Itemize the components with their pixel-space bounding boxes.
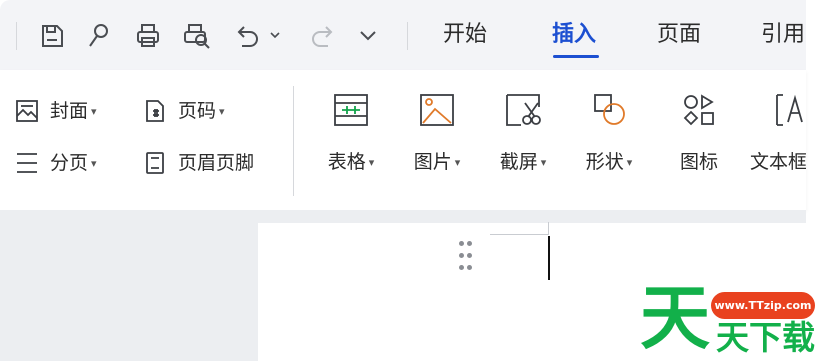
undo-icon[interactable] [234,24,262,50]
textbox-icon [774,92,806,128]
table-button[interactable]: 表格 ▾ [316,88,386,188]
dropdown-caret-icon: ▾ [626,156,633,169]
quick-access-bar: 开始 插入 页面 引用 [0,0,806,70]
header-footer-button[interactable]: 页眉页脚 [142,148,282,178]
picture-label: 图片 [413,151,452,173]
screenshot-label: 截屏 [499,151,538,173]
print-preview-icon[interactable] [182,22,212,50]
page-number-label: 页码 [178,100,217,122]
shape-label: 形状 [585,151,624,173]
undo-dropdown-icon[interactable] [270,30,280,40]
redo-icon[interactable] [310,24,338,50]
drag-handle-icon[interactable] [458,240,474,274]
page-number-button[interactable]: 页码 ▾ [142,96,252,126]
cover-icon [14,98,40,124]
margin-corner-mark [490,222,549,235]
screenshot-icon [504,92,542,128]
picture-button[interactable]: 图片 ▾ [402,88,472,188]
textbox-button[interactable]: 文本框 [750,88,806,188]
textbox-label: 文本框 [750,151,806,173]
print-icon[interactable] [134,22,162,50]
active-tab-indicator [553,55,599,58]
picture-icon [418,92,456,128]
customize-toolbar-icon[interactable] [358,28,378,44]
icon-library-icon [680,92,718,128]
shape-button[interactable]: 形状 ▾ [574,88,644,188]
page-break-button[interactable]: 分页 ▾ [14,148,124,178]
page-break-label: 分页 [50,152,89,174]
separator [407,22,408,50]
header-footer-label: 页眉页脚 [178,152,255,174]
dropdown-caret-icon: ▾ [91,105,97,118]
table-icon [332,92,370,128]
tab-home[interactable]: 开始 [443,20,487,50]
tab-insert[interactable]: 插入 [552,20,596,50]
tab-references[interactable]: 引用 [761,20,805,50]
dropdown-caret-icon: ▾ [540,156,547,169]
page-break-icon [14,150,40,176]
screenshot-button[interactable]: 截屏 ▾ [488,88,558,188]
separator [293,86,294,196]
dropdown-caret-icon: ▾ [454,156,461,169]
page-number-icon [142,98,168,124]
icons-label: 图标 [679,151,719,173]
table-label: 表格 [327,151,366,173]
format-painter-icon[interactable] [86,22,112,50]
shape-icon [590,92,628,128]
header-footer-icon [142,150,168,176]
cover-button[interactable]: 封面 ▾ [14,96,124,126]
watermark-url-badge: www.TTzip.com [711,292,815,319]
cover-label: 封面 [50,100,89,122]
dropdown-caret-icon: ▾ [368,156,375,169]
text-cursor [548,236,550,280]
dropdown-caret-icon: ▾ [219,105,225,118]
tab-page[interactable]: 页面 [657,20,701,50]
dropdown-caret-icon: ▾ [91,157,97,170]
watermark-text: 天下载 [716,318,815,357]
save-icon[interactable] [38,22,66,50]
watermark-logo-char: 天 [640,277,710,359]
icons-button[interactable]: 图标 [664,88,734,188]
separator [16,22,17,50]
